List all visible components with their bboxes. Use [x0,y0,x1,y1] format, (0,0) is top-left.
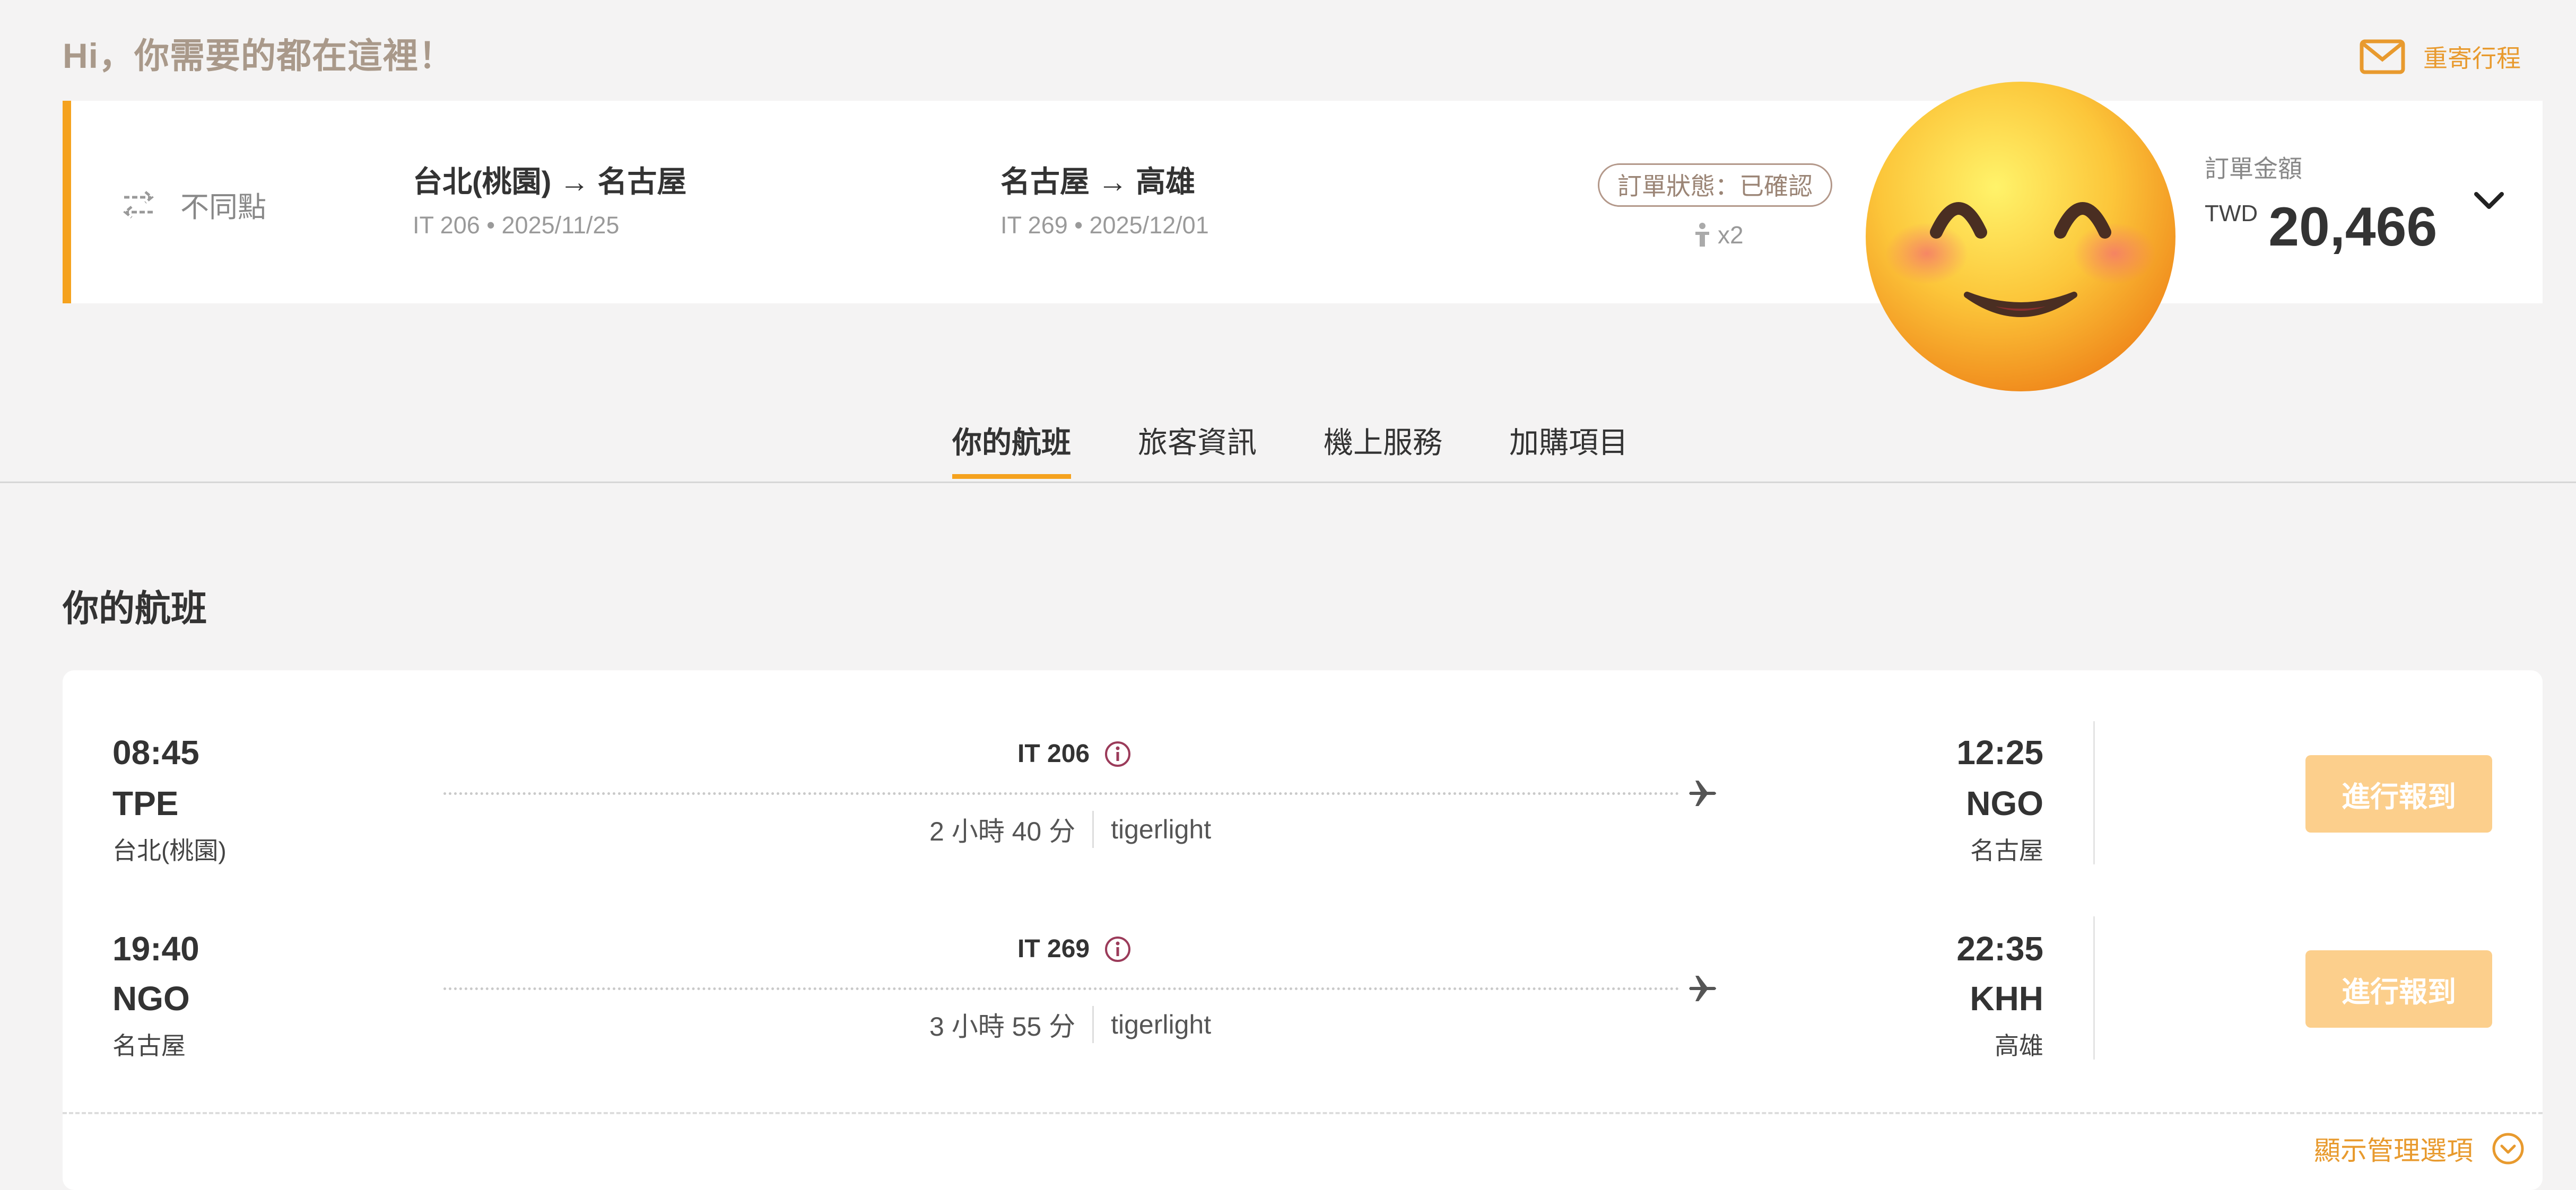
swap-arrows-icon [123,190,154,218]
chevron-down-icon [2474,192,2504,209]
check-in-button[interactable]: 進行報到 [2305,755,2492,833]
summary-segment: 名古屋 → 高雄 IT 269 • 2025/12/01 [1000,158,1209,239]
segment-details: IT 206 • 2025/11/25 [413,212,620,239]
flight-number-label: IT 206 [1017,740,1090,768]
arrival-time: 12:25 [1956,733,2043,772]
summary-segment: 台北(桃園) → 名古屋 IT 206 • 2025/11/25 [413,158,686,239]
flight-meta: 3 小時 55 分 tigerlight [929,1005,1211,1044]
passenger-icon [1695,223,1709,247]
departure-time: 08:45 [112,733,199,772]
flight-meta: 2 小時 40 分 tigerlight [929,810,1211,848]
arrival-city: 高雄 [1995,1032,2043,1060]
tab-bar: 你的航班 旅客資訊 機上服務 加購項目 [952,419,1628,479]
trip-type: 不同點 [120,183,266,225]
manage-options-label: 顯示管理選項 [2314,1136,2473,1166]
tab-add-ons[interactable]: 加購項目 [1509,419,1628,479]
order-status-badge: 訂單狀態：已確認 [1598,163,1832,207]
departure-city: 台北(桃園) [112,837,227,864]
flight-number: IT 269 [1017,934,1132,964]
tab-your-flights[interactable]: 你的航班 [952,419,1071,479]
departure-time: 19:40 [112,930,199,968]
currency: TWD [2205,200,2258,226]
row-divider [2093,721,2095,864]
flight-duration: 2 小時 40 分 [929,817,1076,846]
departure-airport-code: NGO [112,979,190,1018]
tab-passenger-info[interactable]: 旅客資訊 [1138,419,1257,479]
plane-icon [1689,781,1716,806]
section-title: 你的航班 [63,589,207,629]
arrival-city: 名古屋 [1970,837,2043,864]
flight-path-line [443,792,1679,795]
fare-type: tigerlight [1111,1010,1212,1039]
greeting-heading: Hi，你需要的都在這裡！ [63,36,454,75]
flight-duration: 3 小時 55 分 [929,1012,1076,1042]
flight-path-line [443,987,1679,990]
arrival-airport-code: NGO [1966,784,2043,822]
passenger-count: x2 [1693,221,1744,249]
arrival-time: 22:35 [1956,930,2043,968]
order-amount: TWD 20,466 [2205,191,2437,255]
passenger-count-value: x2 [1718,221,1744,249]
resend-itinerary-link[interactable]: 重寄行程 [2360,38,2521,75]
segment-route: 名古屋 → 高雄 [1000,165,1196,198]
segment-details: IT 269 • 2025/12/01 [1000,212,1209,239]
chevron-circle-down-icon [2492,1133,2524,1165]
smiling-face-emoji [1866,82,2175,391]
arrival-airport-code: KHH [1970,979,2043,1018]
row-divider [2093,916,2095,1060]
flight-number-label: IT 269 [1017,935,1090,963]
plane-icon [1689,976,1716,1001]
resend-label: 重寄行程 [2423,45,2521,72]
mail-icon [2360,39,2405,74]
flight-number: IT 206 [1017,739,1132,768]
trip-type-label: 不同點 [180,191,266,223]
check-in-button[interactable]: 進行報到 [2305,950,2492,1028]
segment-route: 台北(桃園) → 名古屋 [413,165,687,198]
info-icon[interactable] [1103,740,1132,768]
departure-city: 名古屋 [112,1032,186,1060]
info-icon[interactable] [1103,935,1132,964]
order-amount-label: 訂單金額 [2205,155,2302,182]
departure-airport-code: TPE [112,784,179,822]
show-manage-options-link[interactable]: 顯示管理選項 [2314,1130,2525,1168]
expand-summary-button[interactable] [2469,180,2509,221]
meta-separator [1092,811,1094,848]
meta-separator [1092,1006,1094,1043]
dashed-divider [63,1112,2543,1114]
tab-divider [0,482,2576,483]
fare-type: tigerlight [1111,815,1212,844]
amount-value: 20,466 [2268,196,2438,258]
tab-inflight-services[interactable]: 機上服務 [1324,419,1442,479]
